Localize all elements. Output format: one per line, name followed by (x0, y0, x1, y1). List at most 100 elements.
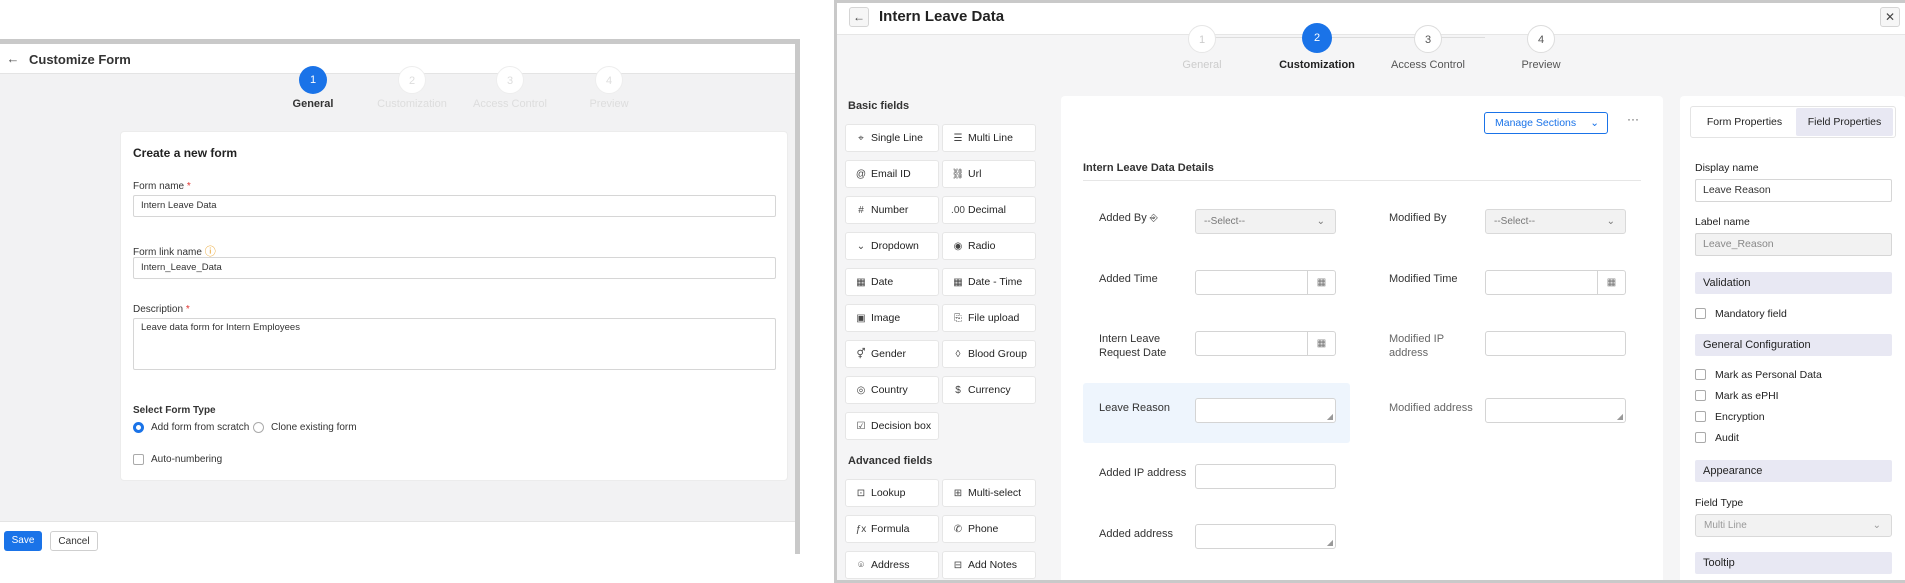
field-button-formula[interactable]: ƒx Formula (845, 515, 939, 543)
general-config-section[interactable]: General Configuration (1695, 334, 1892, 356)
field-button-single-line[interactable]: ⌖ Single Line (845, 124, 939, 152)
modified-by-select[interactable]: --Select-- ⌄ (1485, 209, 1626, 234)
field-button-lookup[interactable]: ⊡ Lookup (845, 479, 939, 507)
auto-numbering-checkbox[interactable] (133, 454, 144, 465)
manage-sections-button[interactable]: Manage Sections ⌄ (1484, 112, 1608, 134)
save-button[interactable]: Save (4, 531, 42, 551)
field-button-gender[interactable]: ⚥ Gender (845, 340, 939, 368)
field-button-dropdown[interactable]: ⌄ Dropdown (845, 232, 939, 260)
right-step-4-label: Preview (1521, 59, 1561, 71)
image-icon: ▣ (856, 313, 866, 324)
validation-section[interactable]: Validation (1695, 272, 1892, 294)
field-button-label: Formula (871, 523, 910, 535)
dropdown-icon: ⌄ (856, 241, 866, 252)
field-button-blood-group[interactable]: ◊ Blood Group (942, 340, 1036, 368)
resize-handle-icon[interactable]: ◢ (1327, 538, 1333, 547)
field-button-multi-line[interactable]: ☰ Multi Line (942, 124, 1036, 152)
field-button-radio[interactable]: ◉ Radio (942, 232, 1036, 260)
back-arrow-icon[interactable]: ← (5, 51, 21, 67)
description-textarea[interactable]: Leave data form for Intern Employees (133, 318, 776, 370)
field-button-label: Dropdown (871, 240, 919, 252)
field-button-date-time[interactable]: ▦ Date - Time (942, 268, 1036, 296)
properties-panel: Form Properties Field Properties Display… (1680, 96, 1905, 580)
at-icon: @ (855, 169, 867, 180)
mandatory-checkbox[interactable] (1695, 308, 1706, 319)
encryption-checkbox[interactable] (1695, 411, 1706, 422)
added-time-input[interactable]: ▦ (1195, 270, 1336, 295)
field-button-decimal[interactable]: .00 Decimal (942, 196, 1036, 224)
left-step-3-circle[interactable]: 3 (496, 66, 524, 94)
close-icon[interactable]: ✕ (1880, 7, 1900, 27)
field-button-address[interactable]: ⌾ Address (845, 551, 939, 579)
file-upload-icon: ⎘ (954, 313, 962, 324)
left-step-4-circle[interactable]: 4 (595, 66, 623, 94)
field-button-decision-box[interactable]: ☑ Decision box (845, 412, 939, 440)
right-step-2-circle[interactable]: 2 (1302, 23, 1332, 53)
resize-handle-icon[interactable]: ◢ (1327, 412, 1333, 421)
field-button-date[interactable]: ▦ Date (845, 268, 939, 296)
radio-clone[interactable] (253, 422, 264, 433)
field-button-country[interactable]: ◎ Country (845, 376, 939, 404)
resize-handle-icon[interactable]: ◢ (1617, 412, 1623, 421)
label-name-input[interactable]: Leave_Reason (1695, 233, 1892, 256)
audit-checkbox[interactable] (1695, 432, 1706, 443)
added-ip-input[interactable] (1195, 464, 1336, 489)
form-link-input[interactable]: Intern_Leave_Data (133, 257, 776, 279)
calendar-icon: ▦ (856, 277, 866, 288)
right-step-4-circle[interactable]: 4 (1527, 25, 1555, 53)
left-footer: Save Cancel (0, 521, 795, 559)
ephi-checkbox[interactable] (1695, 390, 1706, 401)
added-by-select[interactable]: --Select-- ⌄ (1195, 209, 1336, 234)
right-step-1-label: General (1182, 59, 1222, 71)
personal-data-checkbox[interactable] (1695, 369, 1706, 380)
auto-numbering-label: Auto-numbering (151, 454, 223, 465)
form-name-input[interactable]: Intern Leave Data (133, 195, 776, 217)
back-arrow-icon[interactable]: ← (849, 7, 869, 27)
request-date-label: Intern Leave Request Date (1099, 333, 1167, 359)
chevron-down-icon: ⌄ (1606, 216, 1615, 227)
cancel-button[interactable]: Cancel (50, 531, 98, 551)
leave-reason-textarea[interactable]: ◢ (1195, 398, 1336, 423)
left-step-1-circle[interactable]: 1 (299, 66, 327, 94)
field-button-label: Lookup (871, 487, 906, 499)
field-button-phone[interactable]: ✆ Phone (942, 515, 1036, 543)
field-button-email-id[interactable]: @ Email ID (845, 160, 939, 188)
radio-icon: ◉ (953, 241, 963, 252)
calendar-icon[interactable]: ▦ (1597, 271, 1625, 294)
multi-select-icon: ⊞ (953, 488, 963, 499)
field-type-label: Field Type (1695, 497, 1744, 509)
tab-field-properties[interactable]: Field Properties (1796, 108, 1893, 136)
field-button-url[interactable]: ⛓ Url (942, 160, 1036, 188)
radio-scratch-label: Add form from scratch (151, 422, 250, 433)
right-step-3-circle[interactable]: 3 (1414, 25, 1442, 53)
tab-form-properties[interactable]: Form Properties (1693, 108, 1796, 136)
field-button-add-notes[interactable]: ⊟ Add Notes (942, 551, 1036, 579)
tooltip-section[interactable]: Tooltip (1695, 552, 1892, 574)
chevron-down-icon: ⌄ (1590, 117, 1599, 129)
right-step-1-circle[interactable]: 1 (1188, 25, 1216, 53)
field-button-label: Gender (871, 348, 907, 360)
field-button-multi-select[interactable]: ⊞ Multi-select (942, 479, 1036, 507)
added-address-textarea[interactable]: ◢ (1195, 524, 1336, 549)
modified-address-textarea[interactable]: ◢ (1485, 398, 1626, 423)
chevron-down-icon: ⌄ (1316, 216, 1325, 227)
field-button-label: Number (871, 204, 909, 216)
label-name-label: Label name (1695, 216, 1750, 228)
field-button-number[interactable]: # Number (845, 196, 939, 224)
left-step-2-circle[interactable]: 2 (398, 66, 426, 94)
modified-ip-input[interactable] (1485, 331, 1626, 356)
request-date-input[interactable]: ▦ (1195, 331, 1336, 356)
notes-icon: ⊟ (953, 560, 963, 571)
chevron-down-icon: ⌄ (1872, 520, 1881, 531)
display-name-input[interactable]: Leave Reason (1695, 179, 1892, 202)
appearance-section[interactable]: Appearance (1695, 460, 1892, 482)
radio-scratch[interactable] (133, 422, 144, 433)
field-type-select[interactable]: Multi Line ⌄ (1695, 514, 1892, 537)
field-button-file-upload[interactable]: ⎘ File upload (942, 304, 1036, 332)
field-button-image[interactable]: ▣ Image (845, 304, 939, 332)
field-button-currency[interactable]: $ Currency (942, 376, 1036, 404)
calendar-icon[interactable]: ▦ (1307, 332, 1335, 355)
modified-time-input[interactable]: ▦ (1485, 270, 1626, 295)
calendar-icon[interactable]: ▦ (1307, 271, 1335, 294)
more-options-icon[interactable]: ··· (1627, 112, 1639, 126)
